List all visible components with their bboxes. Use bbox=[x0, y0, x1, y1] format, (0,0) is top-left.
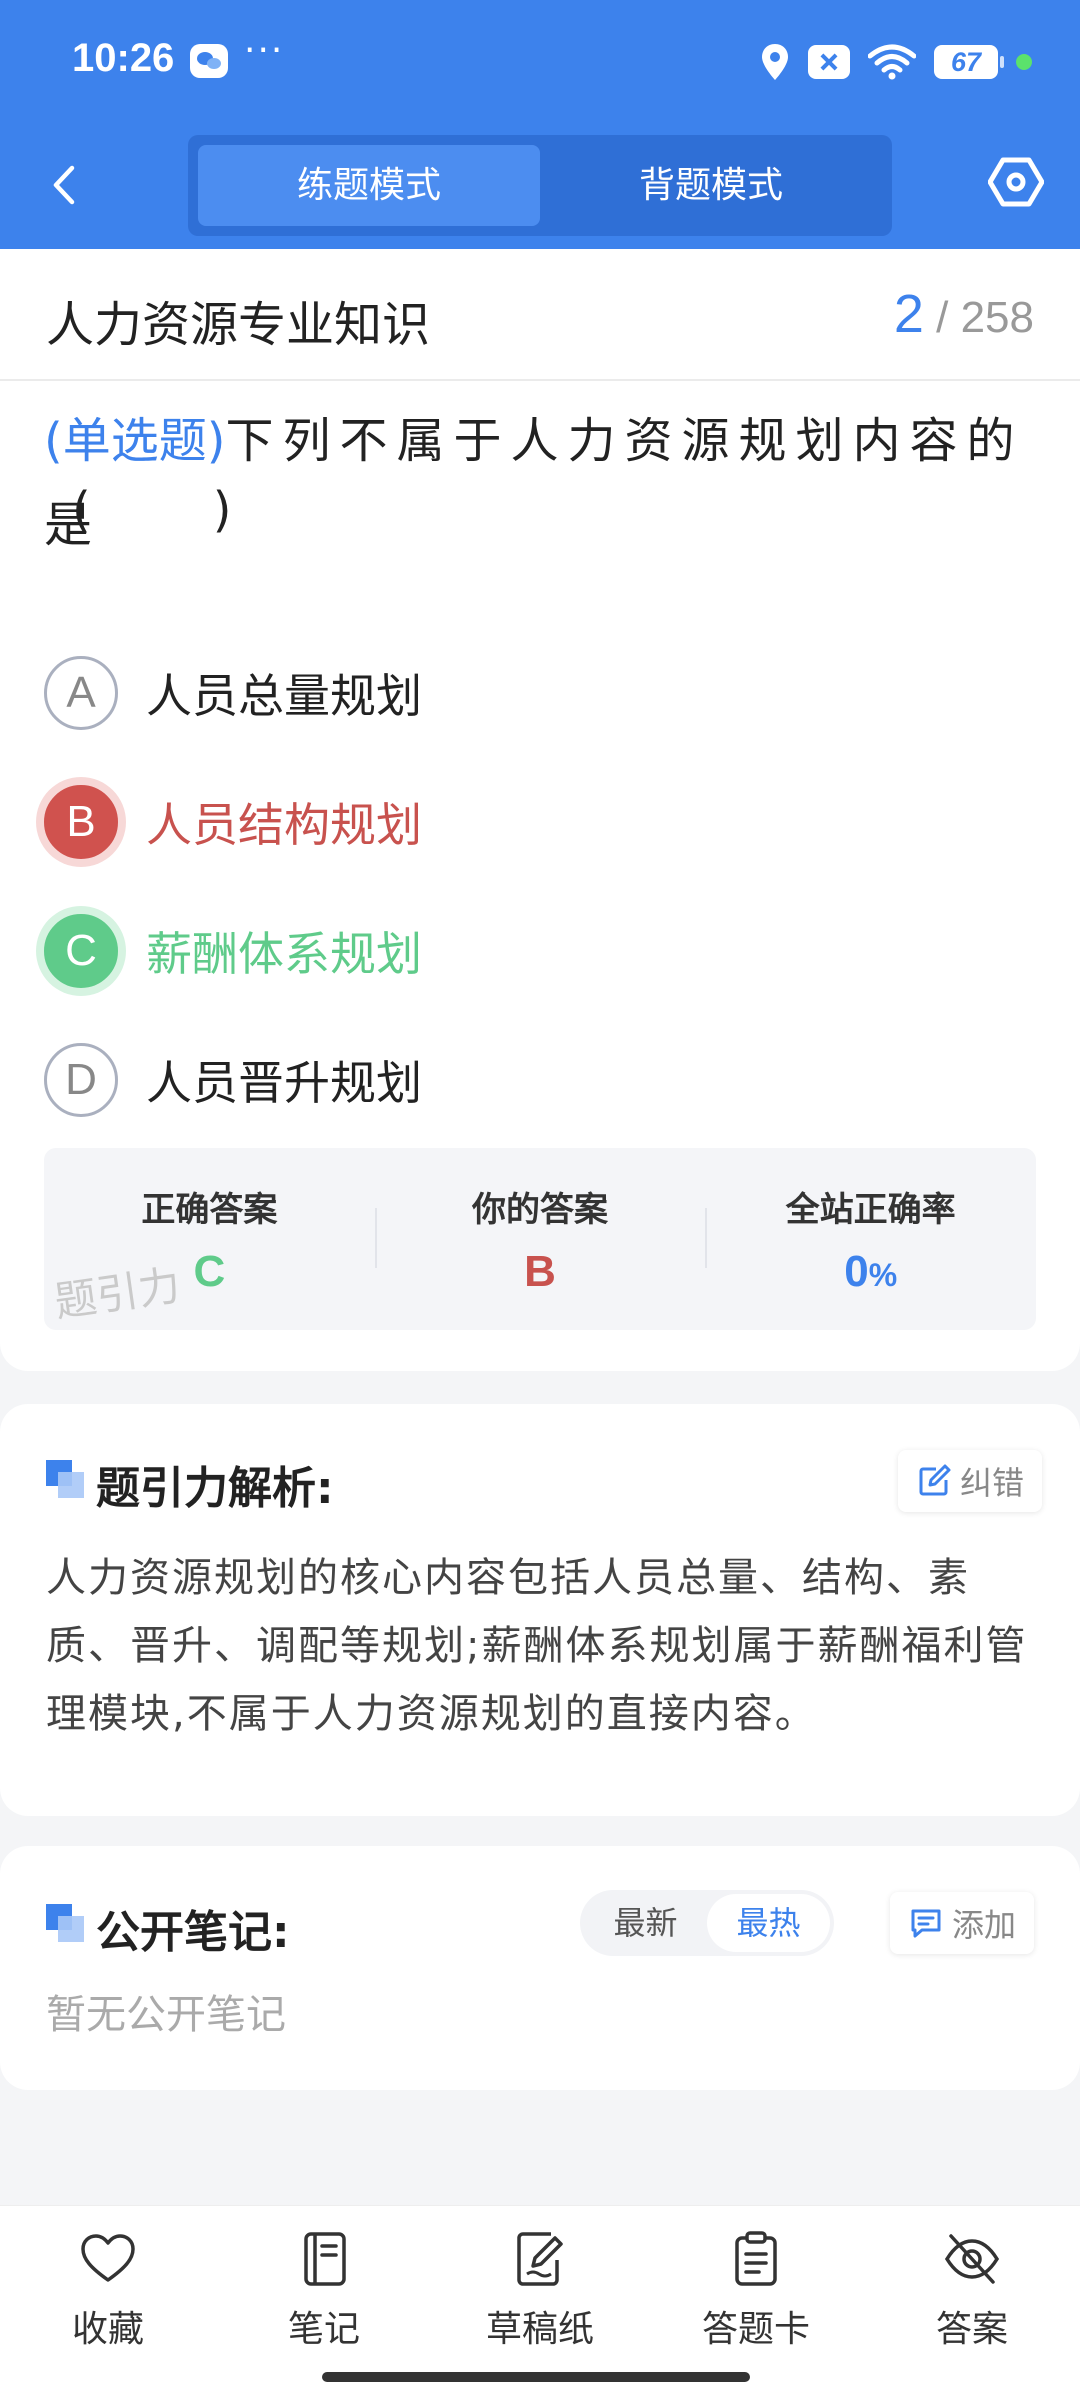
analysis-title: 题引力解析: bbox=[96, 1463, 334, 1514]
section-square-icon bbox=[46, 1904, 86, 1944]
answer-toggle-button[interactable]: 答案 bbox=[864, 2206, 1080, 2400]
home-indicator[interactable] bbox=[322, 2372, 750, 2382]
answer-sheet-label: 答题卡 bbox=[701, 2309, 810, 2350]
option-d[interactable]: D 人员晋升规划 bbox=[44, 1043, 422, 1117]
mode-switch: 练题模式 背题模式 bbox=[188, 135, 892, 236]
favorite-button[interactable]: 收藏 bbox=[0, 2206, 216, 2400]
your-answer-label: 你的答案 bbox=[472, 1190, 608, 1230]
sort-hottest[interactable]: 最热 bbox=[707, 1894, 830, 1952]
wifi-icon bbox=[868, 44, 916, 80]
subject-title: 人力资源专业知识 bbox=[46, 297, 431, 353]
accuracy-number: 0 bbox=[844, 1247, 869, 1296]
status-icons: 67 bbox=[760, 40, 1032, 84]
correct-answer-col: 正确答案 C 题引力 bbox=[44, 1148, 375, 1330]
option-letter: D bbox=[44, 1043, 118, 1117]
answer-sheet-icon bbox=[735, 2231, 777, 2286]
divider bbox=[0, 379, 1080, 381]
favorite-label: 收藏 bbox=[71, 2309, 144, 2350]
notes-card: 公开笔记: 最新 最热 添加 暂无公开笔记 bbox=[0, 1846, 1080, 2090]
back-button[interactable] bbox=[40, 160, 90, 210]
draft-paper-icon bbox=[517, 2232, 563, 2286]
more-dots-icon: ··· bbox=[244, 30, 285, 71]
answer-label: 答案 bbox=[935, 2309, 1008, 2350]
accuracy-col: 全站正确率 0% bbox=[705, 1148, 1036, 1330]
option-letter: A bbox=[44, 656, 118, 730]
report-error-button[interactable]: 纠错 bbox=[898, 1450, 1043, 1512]
wechat-icon bbox=[190, 44, 228, 78]
tab-recite-mode[interactable]: 背题模式 bbox=[540, 145, 882, 226]
option-text: 人员晋升规划 bbox=[146, 1056, 422, 1110]
empty-notes-text: 暂无公开笔记 bbox=[46, 1992, 286, 2038]
question-card: 人力资源专业知识 2 / 258 (单选题)下列不属于人力资源规划内容的是 ( … bbox=[0, 249, 1080, 1371]
top-header: 10:26 ··· 67 练题模式 背题模式 bbox=[0, 0, 1080, 249]
current-question-number: 2 bbox=[893, 284, 924, 344]
option-text: 薪酬体系规划 bbox=[146, 927, 422, 981]
option-letter: B bbox=[44, 785, 118, 859]
battery-icon: 67 bbox=[934, 45, 1004, 79]
option-letter: C bbox=[44, 914, 118, 988]
accuracy-unit: % bbox=[868, 1257, 898, 1293]
analysis-card: 题引力解析: 纠错 人力资源规划的核心内容包括人员总量、结构、素质、晋升、调配等… bbox=[0, 1404, 1080, 1816]
notes-label: 笔记 bbox=[287, 2309, 360, 2350]
active-indicator-dot bbox=[1016, 54, 1032, 70]
option-text: 人员总量规划 bbox=[146, 669, 422, 723]
option-text: 人员结构规划 bbox=[146, 798, 422, 852]
option-a[interactable]: A 人员总量规划 bbox=[44, 656, 422, 730]
status-time: 10:26 bbox=[72, 36, 175, 80]
section-square-icon bbox=[46, 1460, 86, 1500]
draft-paper-button[interactable]: 草稿纸 bbox=[432, 2206, 648, 2400]
option-c[interactable]: C 薪酬体系规划 bbox=[44, 914, 422, 988]
your-answer-value: B bbox=[524, 1247, 556, 1296]
question-progress: 2 / 258 bbox=[894, 283, 1034, 345]
answer-sheet-button[interactable]: 答题卡 bbox=[648, 2206, 864, 2400]
hexagon-settings-icon[interactable] bbox=[988, 154, 1044, 210]
edit-icon bbox=[919, 1464, 951, 1496]
analysis-text: 人力资源规划的核心内容包括人员总量、结构、素质、晋升、调配等规划;薪酬体系规划属… bbox=[46, 1555, 1028, 1737]
notebook-icon bbox=[304, 2232, 346, 2286]
bottom-toolbar: 收藏 笔记 草稿纸 答题卡 答案 bbox=[0, 2205, 1080, 2400]
draft-paper-label: 草稿纸 bbox=[485, 2309, 594, 2350]
blocked-notification-icon bbox=[808, 45, 850, 79]
correct-answer-label: 正确答案 bbox=[141, 1190, 278, 1230]
your-answer-col: 你的答案 B bbox=[374, 1148, 706, 1330]
notes-title: 公开笔记: bbox=[96, 1907, 290, 1958]
comment-icon bbox=[911, 1909, 941, 1938]
answer-blank: ( ) bbox=[72, 482, 232, 538]
notes-button[interactable]: 笔记 bbox=[216, 2206, 432, 2400]
location-icon bbox=[762, 44, 788, 80]
heart-icon bbox=[81, 2234, 135, 2282]
add-note-label: 添加 bbox=[952, 1906, 1017, 1944]
accuracy-label: 全站正确率 bbox=[785, 1190, 956, 1230]
report-error-label: 纠错 bbox=[960, 1464, 1025, 1502]
answer-summary: 正确答案 C 题引力 你的答案 B 全站正确率 0% bbox=[44, 1148, 1036, 1330]
option-b[interactable]: B 人员结构规划 bbox=[44, 785, 422, 859]
accuracy-value: 0% bbox=[705, 1247, 1036, 1297]
question-type-tag: (单选题) bbox=[44, 413, 226, 469]
total-questions: / 258 bbox=[936, 293, 1034, 342]
notes-sort-toggle: 最新 最热 bbox=[580, 1890, 834, 1956]
sort-latest[interactable]: 最新 bbox=[584, 1894, 707, 1952]
add-note-button[interactable]: 添加 bbox=[890, 1892, 1035, 1954]
tab-practice-mode[interactable]: 练题模式 bbox=[198, 145, 540, 226]
eye-off-icon bbox=[944, 2234, 1000, 2284]
